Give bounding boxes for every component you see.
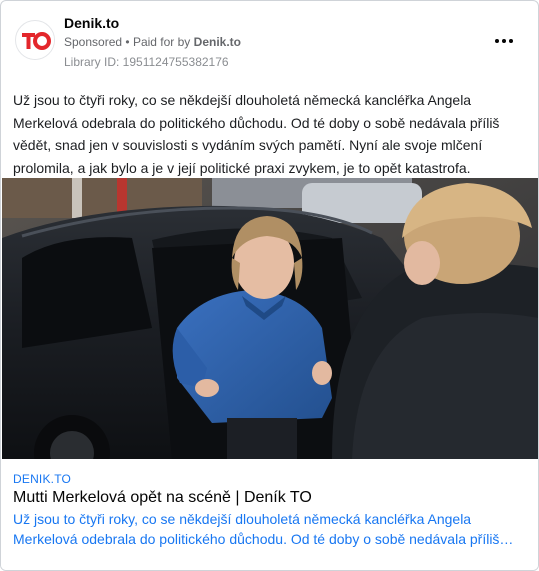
post-header: Denik.to Sponsored • Paid for by Denik.t… bbox=[13, 13, 526, 71]
ad-image[interactable] bbox=[2, 178, 538, 459]
page-avatar[interactable] bbox=[15, 20, 55, 60]
more-horizontal-icon bbox=[495, 39, 499, 43]
page-name-link[interactable]: Denik.to bbox=[64, 15, 119, 31]
post-body-text: Už jsou to čtyři roky, co se někdejší dl… bbox=[13, 92, 500, 177]
sponsored-label: Sponsored bbox=[64, 35, 123, 49]
more-options-button[interactable] bbox=[490, 31, 518, 51]
link-title[interactable]: Mutti Merkelová opět na scéně | Deník TO bbox=[13, 489, 312, 507]
paid-for-name[interactable]: Denik.to bbox=[194, 35, 241, 49]
link-description[interactable]: Už jsou to čtyři roky, co se někdejší dl… bbox=[13, 509, 525, 549]
library-id: Library ID: 1951124755382176 bbox=[64, 55, 229, 69]
photo-woman-exiting-car bbox=[2, 178, 538, 459]
ad-card: Denik.to Sponsored • Paid for by Denik.t… bbox=[0, 0, 539, 571]
separator-dot: • bbox=[125, 35, 130, 49]
sponsored-line: Sponsored • Paid for by Denik.to bbox=[64, 35, 241, 49]
denik-to-logo-icon bbox=[17, 22, 54, 59]
link-domain[interactable]: DENIK.TO bbox=[13, 472, 71, 486]
link-preview[interactable]: DENIK.TO Mutti Merkelová opět na scéně |… bbox=[1, 459, 538, 570]
paid-for-prefix: Paid for by bbox=[132, 35, 191, 49]
